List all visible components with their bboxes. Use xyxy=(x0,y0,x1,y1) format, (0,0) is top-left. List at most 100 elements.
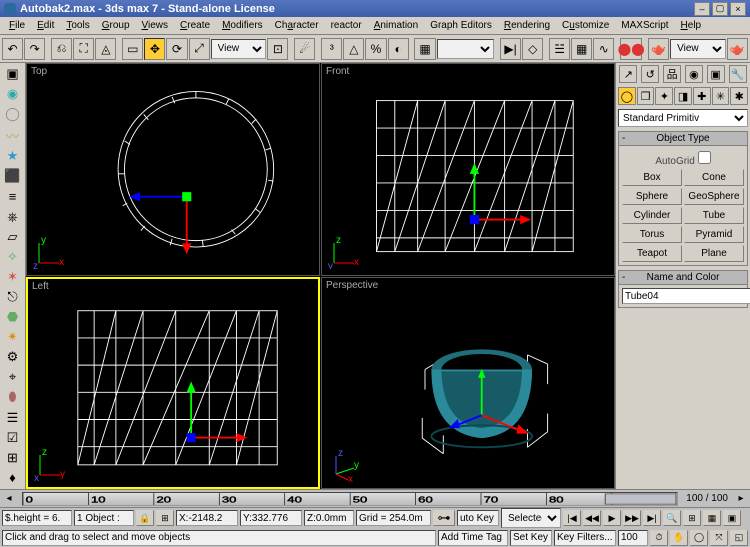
tab-utilities-icon[interactable]: 🔧 xyxy=(729,65,747,83)
reactor-fracture-icon[interactable]: ⎋ xyxy=(3,288,23,306)
schematic-view-button[interactable]: ▦ xyxy=(571,38,592,60)
menu-tools[interactable]: Tools xyxy=(61,19,94,32)
render-scene-button[interactable]: 🫖 xyxy=(648,38,669,60)
sub-systems-icon[interactable]: ✱ xyxy=(730,87,748,105)
pyramid-button[interactable]: Pyramid xyxy=(684,226,744,243)
reactor-analyze-icon[interactable]: ✴ xyxy=(3,328,23,346)
layers-button[interactable]: ☱ xyxy=(549,38,570,60)
reactor-plane-icon[interactable]: ▱ xyxy=(3,228,23,246)
menu-reactor[interactable]: reactor xyxy=(326,19,367,32)
tab-motion-icon[interactable]: ◉ xyxy=(685,65,703,83)
spinner-snap-button[interactable]: ◐ xyxy=(388,38,409,60)
menu-maxscript[interactable]: MAXScript xyxy=(616,19,673,32)
viewport-arc-rotate-icon[interactable]: ◯ xyxy=(690,530,708,546)
menu-rendering[interactable]: Rendering xyxy=(499,19,555,32)
tab-create-icon[interactable]: ↗ xyxy=(619,65,637,83)
snap-toggle-button[interactable]: ³ xyxy=(321,38,342,60)
key-filter-select[interactable]: Selected xyxy=(501,508,561,528)
reactor-property-icon[interactable]: ⬮ xyxy=(3,388,23,406)
manipulate-button[interactable]: ☄ xyxy=(294,38,315,60)
menu-animation[interactable]: Animation xyxy=(369,19,423,32)
menu-character[interactable]: Character xyxy=(270,19,324,32)
reactor-more-icon[interactable]: ☑ xyxy=(3,429,23,447)
sub-cameras-icon[interactable]: ◨ xyxy=(674,87,692,105)
reactor-toycar-icon[interactable]: ✶ xyxy=(3,268,23,286)
time-config-button[interactable]: ⏱ xyxy=(650,530,668,546)
reactor-rope-icon[interactable]: 〰 xyxy=(3,125,23,145)
sub-lights-icon[interactable]: ✦ xyxy=(655,87,673,105)
select-link-button[interactable]: ⎌ xyxy=(51,38,72,60)
lock-selection-button[interactable]: 🔒 xyxy=(136,510,154,526)
viewport-zoom-all-icon[interactable]: ⊞ xyxy=(683,510,701,526)
reactor-motor-icon[interactable]: ⬛ xyxy=(3,167,23,185)
tab-display-icon[interactable]: ▣ xyxy=(707,65,725,83)
maximize-button[interactable]: ▢ xyxy=(712,2,728,16)
key-mode-icon[interactable]: ⊶ xyxy=(433,510,455,526)
viewport-walk-icon[interactable]: ⤧ xyxy=(710,530,728,546)
viewport-zoomext-icon[interactable]: ▣ xyxy=(723,510,741,526)
y-coord-field[interactable]: Y:332.776 xyxy=(240,510,302,526)
reactor-collisions-icon[interactable]: ⌖ xyxy=(3,368,23,386)
viewport-pan-icon[interactable]: ✋ xyxy=(670,530,688,546)
menu-edit[interactable]: Edit xyxy=(32,19,59,32)
sub-helpers-icon[interactable]: ✚ xyxy=(693,87,711,105)
reactor-create-rigid-icon[interactable]: ▣ xyxy=(3,65,23,83)
x-coord-field[interactable]: X:-2148.2 xyxy=(176,510,238,526)
autogrid-checkbox[interactable] xyxy=(698,151,711,164)
select-rotate-button[interactable]: ⟳ xyxy=(166,38,187,60)
menu-grapheditors[interactable]: Graph Editors xyxy=(425,19,497,32)
tab-hierarchy-icon[interactable]: 品 xyxy=(663,65,681,83)
close-button[interactable]: × xyxy=(730,2,746,16)
plane-button[interactable]: Plane xyxy=(684,245,744,262)
reactor-help-icon[interactable]: ☰ xyxy=(3,409,23,427)
named-sets-select[interactable] xyxy=(437,39,495,59)
render-preset-select[interactable]: View xyxy=(670,39,726,59)
menu-group[interactable]: Group xyxy=(97,19,135,32)
reactor-preview-icon[interactable]: ⬣ xyxy=(3,308,23,326)
z-coord-field[interactable]: Z:0.0mm xyxy=(304,510,354,526)
viewport-field-icon[interactable]: ▦ xyxy=(703,510,721,526)
reactor-water-icon[interactable]: ≡ xyxy=(3,187,23,205)
redo-button[interactable]: ↷ xyxy=(24,38,45,60)
menu-customize[interactable]: Customize xyxy=(557,19,614,32)
menu-file[interactable]: File xyxy=(4,19,30,32)
reactor-wind-icon[interactable]: ✧ xyxy=(3,248,23,266)
sub-spacewarps-icon[interactable]: ✳ xyxy=(712,87,730,105)
torus-button[interactable]: Torus xyxy=(622,226,682,243)
next-frame-button[interactable]: ▶▶ xyxy=(623,510,641,526)
viewport-top[interactable]: Top yxz xyxy=(26,63,320,276)
key-filters-button[interactable]: Key Filters... xyxy=(554,530,616,546)
angle-snap-button[interactable]: △ xyxy=(343,38,364,60)
menu-help[interactable]: Help xyxy=(676,19,707,32)
reactor-misc2-icon[interactable]: ♦ xyxy=(3,469,23,487)
undo-button[interactable]: ↶ xyxy=(2,38,23,60)
minimize-button[interactable]: – xyxy=(694,2,710,16)
viewport-front[interactable]: Front zxy xyxy=(321,63,615,276)
teapot-button[interactable]: Teapot xyxy=(622,245,682,262)
unlink-button[interactable]: ⛶ xyxy=(73,38,94,60)
cone-button[interactable]: Cone xyxy=(684,169,744,186)
curve-editor-button[interactable]: ∿ xyxy=(593,38,614,60)
material-editor-button[interactable]: ⬤⬤ xyxy=(620,38,642,60)
pivot-center-button[interactable]: ⊡ xyxy=(267,38,288,60)
sub-shapes-icon[interactable]: ❒ xyxy=(637,87,655,105)
reactor-cloth-icon[interactable]: ◉ xyxy=(3,85,23,103)
object-name-input[interactable] xyxy=(622,288,750,304)
percent-snap-button[interactable]: % xyxy=(365,38,386,60)
timeline[interactable]: ◂ 0 10 20 30 40 50 60 70 80 90 100 100 /… xyxy=(0,489,750,507)
viewport-perspective[interactable]: Perspective xyxy=(321,277,615,490)
bind-space-warp-button[interactable]: ◬ xyxy=(95,38,116,60)
named-sets-button[interactable]: ▦ xyxy=(414,38,435,60)
maxscript-listener[interactable]: $.height = 6. xyxy=(2,510,72,526)
menu-create[interactable]: Create xyxy=(175,19,215,32)
viewport-left[interactable]: Left zyx xyxy=(26,277,320,490)
sub-geometry-icon[interactable]: ◯ xyxy=(618,87,636,105)
current-frame-input[interactable] xyxy=(618,530,648,546)
reactor-deform-icon[interactable]: ★ xyxy=(3,147,23,165)
select-scale-button[interactable]: ⤢ xyxy=(189,38,210,60)
time-ruler[interactable]: 0 10 20 30 40 50 60 70 80 90 100 xyxy=(22,492,678,506)
absolute-mode-button[interactable]: ⊞ xyxy=(156,510,174,526)
tab-modify-icon[interactable]: ↺ xyxy=(641,65,659,83)
reactor-softbody-icon[interactable]: ◯ xyxy=(3,105,23,123)
prev-frame-button[interactable]: ◀◀ xyxy=(583,510,601,526)
